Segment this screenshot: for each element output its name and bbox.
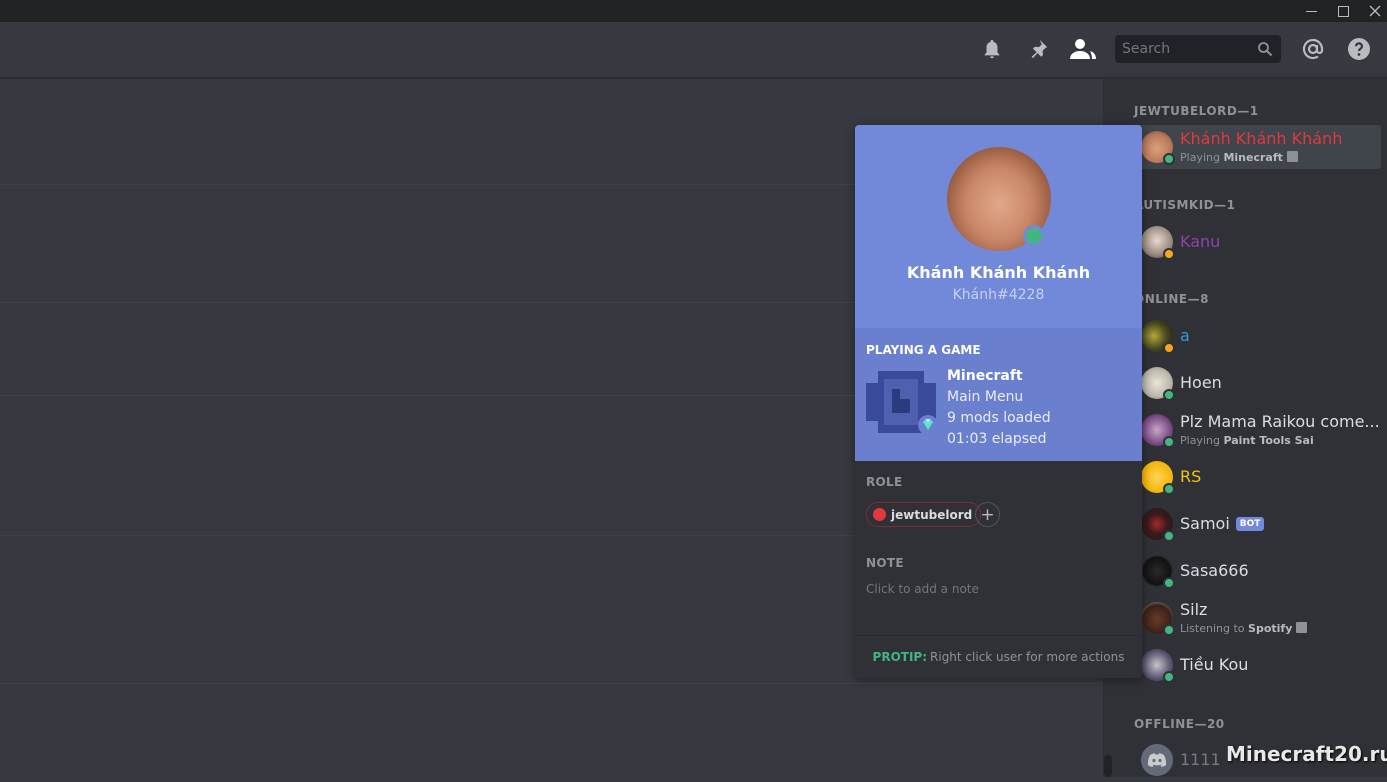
member-name: Khánh Khánh Khánh xyxy=(1180,129,1343,148)
popout-username: Khánh Khánh Khánh xyxy=(906,263,1091,282)
status-idle-icon xyxy=(1163,342,1175,354)
help-icon xyxy=(1348,38,1370,60)
close-icon xyxy=(1369,5,1381,17)
chat-scrollbar-thumb[interactable] xyxy=(1104,755,1112,777)
minimize-button[interactable] xyxy=(1296,0,1326,22)
game-name: Minecraft xyxy=(947,368,1023,384)
member-kanu[interactable]: Kanu xyxy=(1133,220,1381,264)
member-hoen[interactable]: Hoen xyxy=(1133,361,1381,405)
activity-details: Minecraft Main Menu 9 mods loaded 01:03 … xyxy=(947,366,1051,450)
minecraft-game-icon xyxy=(866,371,938,435)
protip-label: PROTIP: xyxy=(872,650,928,664)
member-name: Kanu xyxy=(1180,232,1221,251)
member-sasa666[interactable]: Sasa666 xyxy=(1133,549,1381,593)
popout-discriminator: Khánh#4228 xyxy=(952,287,1045,303)
pin-icon xyxy=(1031,39,1048,59)
game-elapsed: 01:03 elapsed xyxy=(947,431,1047,447)
status-online-icon xyxy=(1163,577,1175,589)
add-role-button[interactable]: + xyxy=(975,502,1000,527)
status-online-icon xyxy=(1163,153,1175,165)
bell-icon xyxy=(984,39,1000,59)
plus-icon: + xyxy=(980,504,995,525)
note-input[interactable]: Click to add a note xyxy=(866,582,1131,596)
mention-icon xyxy=(1302,38,1324,60)
member-name: RS xyxy=(1180,467,1202,486)
member-tieu-kou[interactable]: Tiều Kou xyxy=(1133,643,1381,687)
help-button[interactable] xyxy=(1346,36,1372,62)
role-color-dot[interactable] xyxy=(873,508,886,521)
member-group-header: AUTISMKID—1 xyxy=(1134,198,1236,212)
popout-header: Khánh Khánh Khánh Khánh#4228 xyxy=(855,125,1142,328)
member-silz[interactable]: Silz Listening to Spotify xyxy=(1133,596,1381,640)
activity-label: PLAYING A GAME xyxy=(866,343,981,357)
game-details: Main Menu xyxy=(947,389,1024,405)
member-name: Silz xyxy=(1180,600,1208,619)
member-name: Sasa666 xyxy=(1180,561,1249,580)
minimize-icon xyxy=(1305,10,1317,12)
member-name: Tiều Kou xyxy=(1180,655,1249,674)
status-online-icon xyxy=(1163,530,1175,542)
member-group-header: ONLINE—8 xyxy=(1134,292,1209,306)
status-online-icon xyxy=(1163,483,1175,495)
game-state: 9 mods loaded xyxy=(947,410,1051,426)
member-rs[interactable]: RS xyxy=(1133,455,1381,499)
status-idle-icon xyxy=(1163,248,1175,260)
member-khanh[interactable]: Khánh Khánh Khánh Playing Minecraft xyxy=(1133,125,1381,169)
role-label: ROLE xyxy=(866,475,903,489)
maximize-icon xyxy=(1337,5,1349,17)
avatar xyxy=(1141,744,1173,776)
mentions-button[interactable] xyxy=(1300,36,1326,62)
diamond-icon xyxy=(918,415,938,435)
member-samoi[interactable]: Samoi BOT xyxy=(1133,502,1381,546)
member-list-toggle[interactable] xyxy=(1070,36,1096,62)
member-name: Samoi BOT xyxy=(1180,514,1265,533)
member-group-header: JEWTUBELORD—1 xyxy=(1134,104,1259,118)
role-name: jewtubelord xyxy=(891,507,973,522)
member-plz-mama-raikou[interactable]: Plz Mama Raikou come... Playing Paint To… xyxy=(1133,408,1381,452)
protip-footer: PROTIP: Right click user for more action… xyxy=(855,635,1142,678)
maximize-button[interactable] xyxy=(1328,0,1358,22)
close-button[interactable] xyxy=(1360,0,1387,22)
status-online-icon xyxy=(1163,671,1175,683)
status-online-icon xyxy=(1163,436,1175,448)
member-name: Hoen xyxy=(1180,373,1222,392)
search-box[interactable] xyxy=(1115,35,1281,63)
status-online-icon xyxy=(1023,225,1045,247)
rich-presence-icon xyxy=(1296,622,1308,633)
role-pill[interactable]: jewtubelord xyxy=(866,502,982,527)
watermark: Minecraft20.ru xyxy=(1226,742,1387,766)
notification-button[interactable] xyxy=(979,36,1005,62)
user-popout: Khánh Khánh Khánh Khánh#4228 PLAYING A G… xyxy=(855,125,1142,678)
bot-badge: BOT xyxy=(1235,517,1265,531)
note-label: NOTE xyxy=(866,556,904,570)
member-name: a xyxy=(1180,326,1190,345)
activity-section: PLAYING A GAME Minecraft Main Menu 9 mod… xyxy=(855,328,1142,461)
member-name: Plz Mama Raikou come... xyxy=(1180,412,1380,431)
status-online-icon xyxy=(1163,389,1175,401)
status-online-icon xyxy=(1163,624,1175,636)
members-icon xyxy=(1070,39,1096,59)
pinned-messages-button[interactable] xyxy=(1025,36,1051,62)
member-list: JEWTUBELORD—1 Khánh Khánh Khánh Playing … xyxy=(1113,79,1387,777)
search-icon xyxy=(1258,42,1273,57)
title-bar xyxy=(0,0,1387,22)
member-activity: Playing Minecraft xyxy=(1180,151,1298,164)
message-divider xyxy=(0,683,1103,684)
channel-header xyxy=(0,22,1387,78)
discord-logo-icon xyxy=(1147,753,1167,767)
protip-text: Right click user for more actions xyxy=(930,650,1125,664)
member-activity: Listening to Spotify xyxy=(1180,622,1308,635)
search-input[interactable] xyxy=(1115,35,1255,63)
member-activity: Playing Paint Tools Sai xyxy=(1180,434,1314,447)
member-a[interactable]: a xyxy=(1133,314,1381,358)
rich-presence-icon xyxy=(1286,151,1298,162)
member-group-header: OFFLINE—20 xyxy=(1134,717,1225,731)
member-name: 1111 xyxy=(1180,750,1221,769)
